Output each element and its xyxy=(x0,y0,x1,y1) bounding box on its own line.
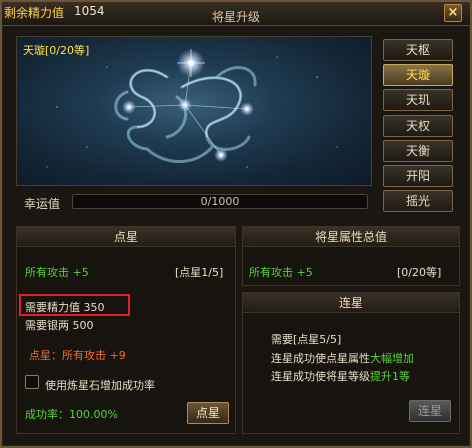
dianxing-panel: 点星 所有攻击 +5 [点星1/5] 需要精力值 350 需要银两 500 点星… xyxy=(16,226,236,434)
total-attr-value: 所有攻击 +5 xyxy=(249,266,313,279)
lianxing-button[interactable]: 连星 xyxy=(409,400,451,422)
star-upgrade-window: 剩余精力值 1054 将星升级 × 天璇[0/20等] 天枢 天璇 天玑 天权 … xyxy=(0,0,472,448)
dianxing-attr: 所有攻击 +5 xyxy=(25,266,89,279)
star-list: 天枢 天璇 天玑 天权 天衡 开阳 摇光 xyxy=(380,39,456,215)
star-button-tianshu[interactable]: 天枢 xyxy=(383,39,453,61)
need-silver: 需要银两 500 xyxy=(25,319,94,332)
constellation-level-label: 天璇[0/20等] xyxy=(23,44,90,57)
dianxing-progress: [点星1/5] xyxy=(175,266,224,279)
use-stone-label: 使用炼星石增加成功率 xyxy=(45,379,155,392)
star-button-tianheng[interactable]: 天衡 xyxy=(383,139,453,162)
lianxing-title: 连星 xyxy=(243,293,459,313)
star-button-kaiyang[interactable]: 开阳 xyxy=(383,164,453,187)
lianxing-requirement: 需要[点星5/5] xyxy=(271,333,342,346)
use-stone-checkbox[interactable] xyxy=(25,375,39,389)
star-button-yaoguang[interactable]: 摇光 xyxy=(383,190,453,213)
total-attr-panel: 将星属性总值 所有攻击 +5 [0/20等] xyxy=(242,226,460,286)
lianxing-effect-2-text: 连星成功使将星等级 xyxy=(271,370,370,383)
dianxing-bonus: 点星：所有攻击 +9 xyxy=(29,349,126,362)
lianxing-effect-1: 连星成功使点星属性大幅增加 xyxy=(271,350,414,366)
window-title: 将星升级 xyxy=(211,10,260,24)
dianxing-title: 点星 xyxy=(17,227,235,247)
lianxing-effect-2-highlight: 提升1等 xyxy=(370,370,410,383)
constellation-view: 天璇[0/20等] xyxy=(16,36,372,186)
luck-value: 0/1000 xyxy=(200,195,240,208)
star-button-tianji[interactable]: 天玑 xyxy=(383,89,453,112)
title-bar: 剩余精力值 1054 将星升级 × xyxy=(2,2,470,26)
success-rate: 成功率：100.00% xyxy=(25,408,118,421)
total-level: [0/20等] xyxy=(397,266,442,279)
lianxing-panel: 连星 需要[点星5/5] 连星成功使点星属性大幅增加 连星成功使将星等级提升1等… xyxy=(242,292,460,434)
lianxing-effect-1-highlight: 大幅增加 xyxy=(370,352,414,365)
dianxing-button[interactable]: 点星 xyxy=(187,402,229,424)
lianxing-effect-2: 连星成功使将星等级提升1等 xyxy=(271,368,410,384)
luck-label: 幸运值 xyxy=(24,197,61,211)
star-button-tianquan[interactable]: 天权 xyxy=(383,114,453,137)
constellation-art xyxy=(46,49,338,168)
star-button-tianxuan[interactable]: 天璇 xyxy=(383,64,453,87)
need-energy-highlight xyxy=(19,294,130,316)
close-icon[interactable]: × xyxy=(444,4,462,22)
total-attr-title: 将星属性总值 xyxy=(243,227,459,247)
lianxing-effect-1-text: 连星成功使点星属性 xyxy=(271,352,370,365)
